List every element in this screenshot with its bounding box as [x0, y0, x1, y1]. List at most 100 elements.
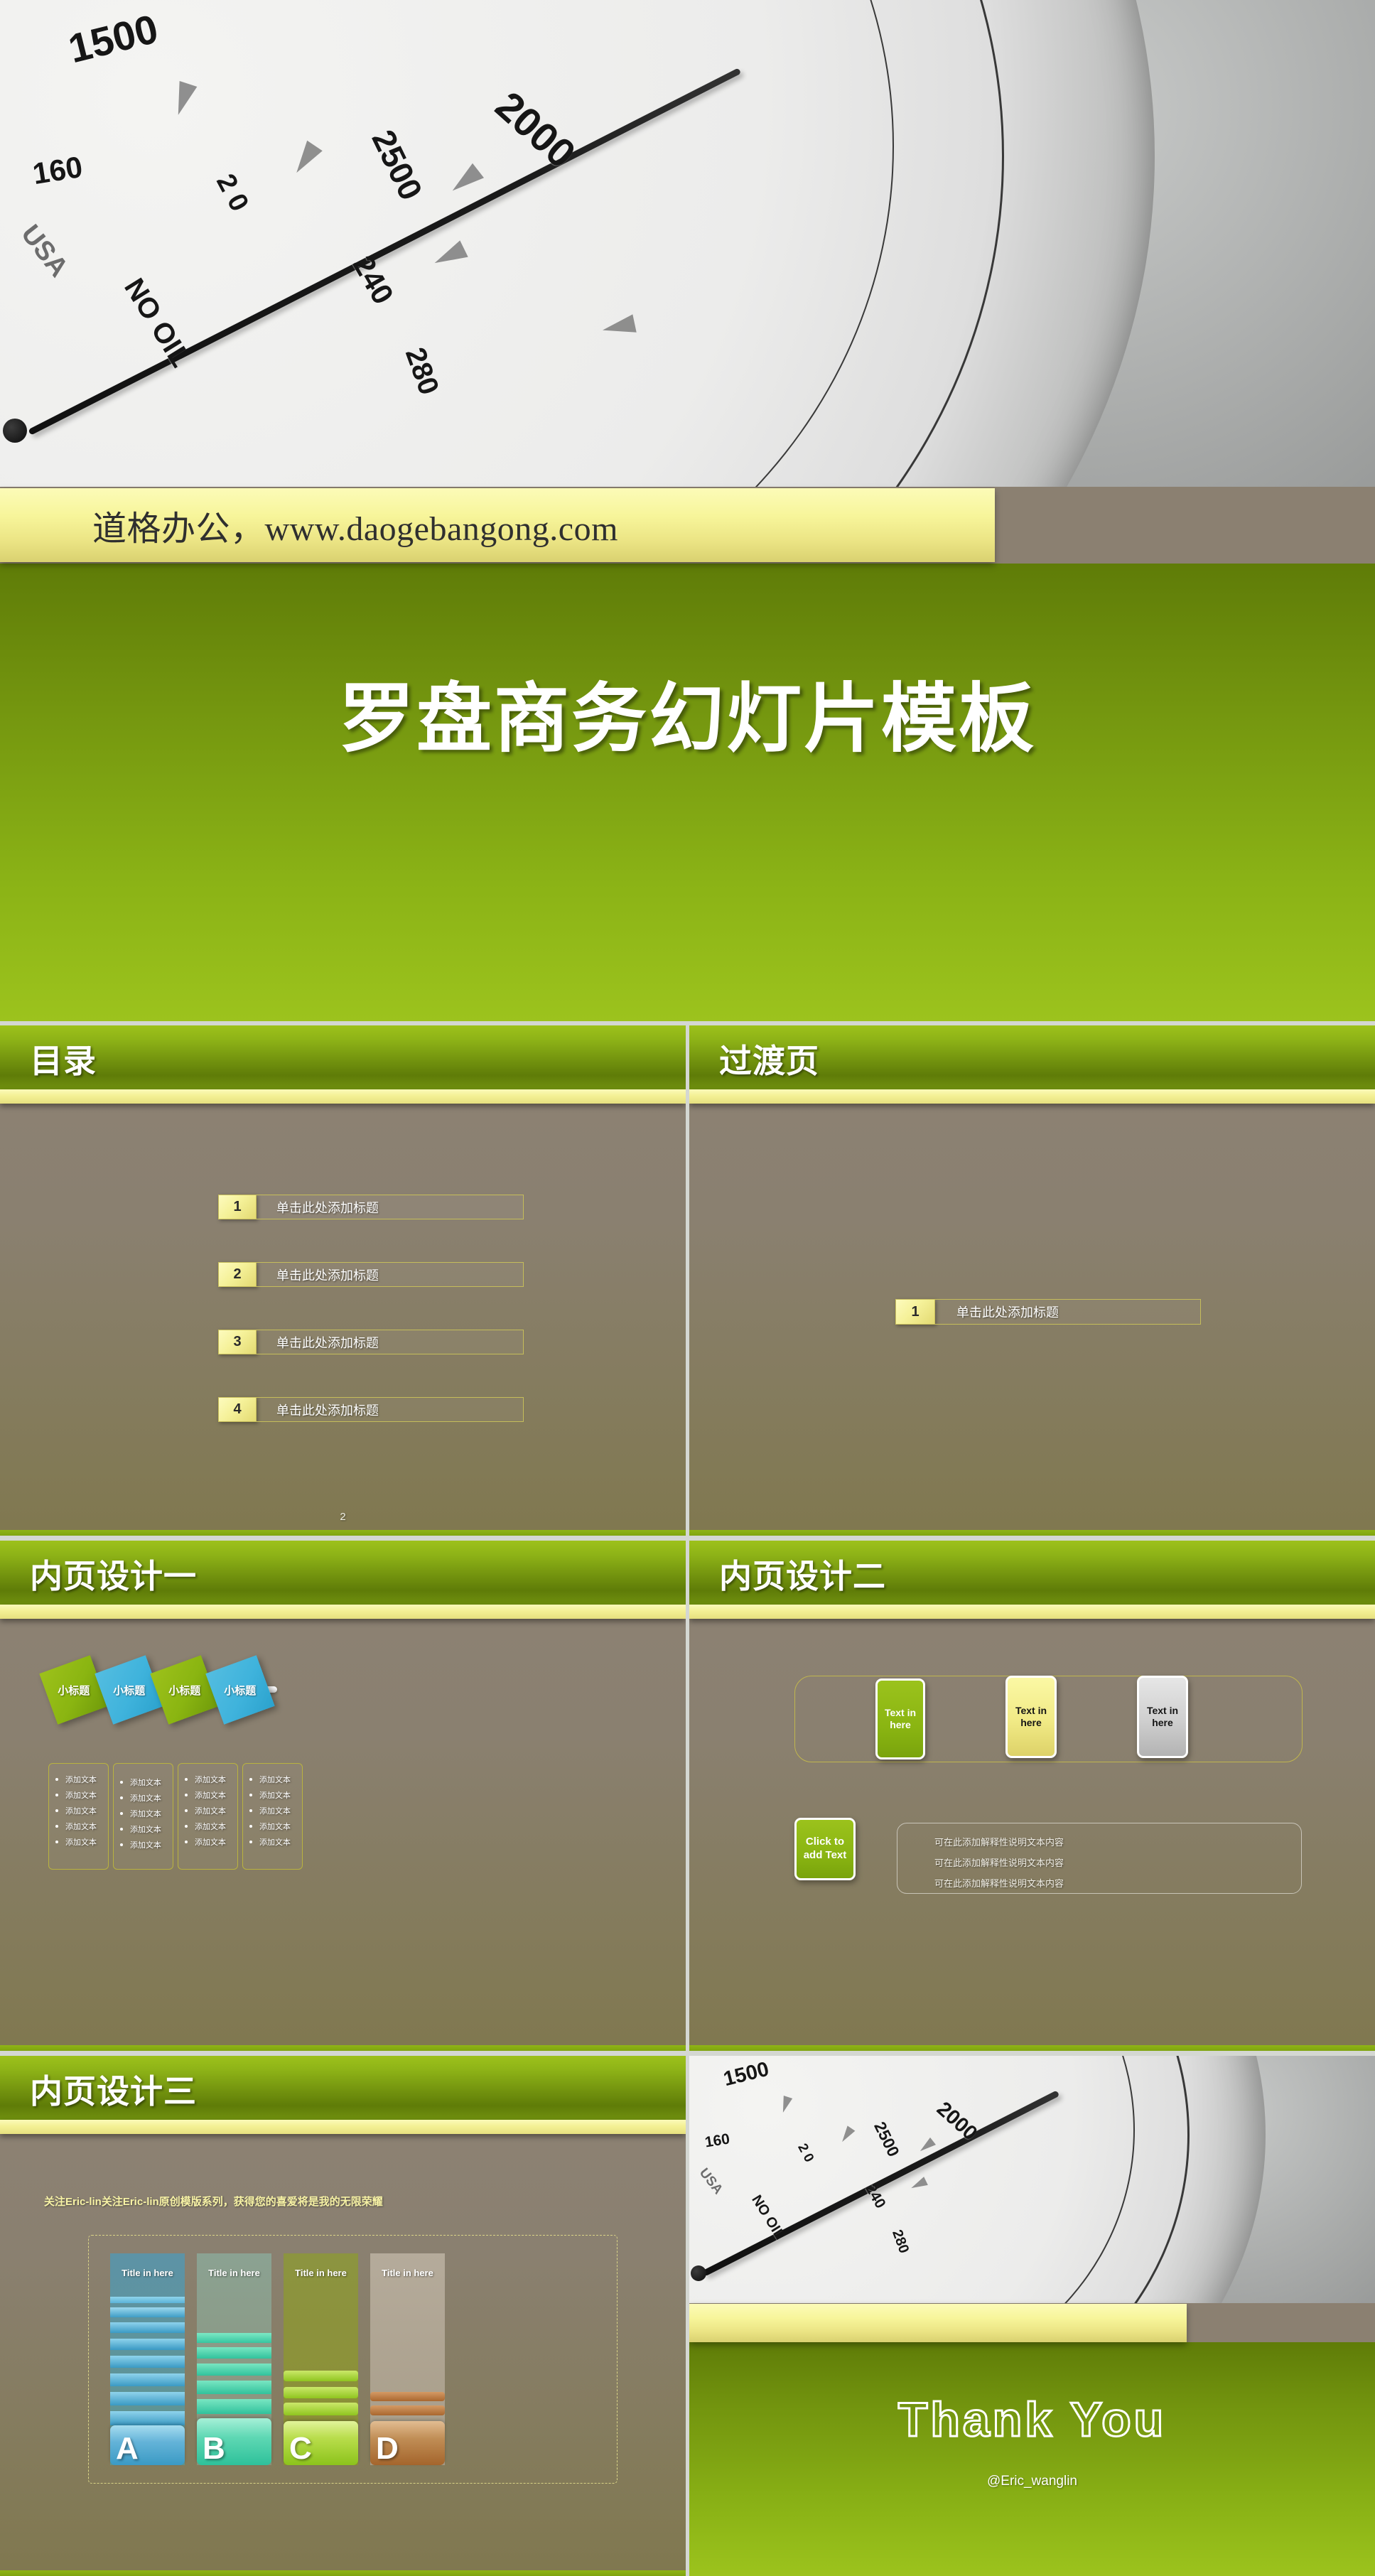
inner-three-header-underbar [0, 2120, 686, 2134]
list-item: 添加文本 [185, 1774, 237, 1785]
chart-category-letter: C [289, 2431, 312, 2467]
list-item: 添加文本 [249, 1805, 302, 1816]
list-item: 添加文本 [185, 1789, 237, 1801]
toc-row[interactable]: 2 单击此处添加标题 [218, 1262, 524, 1287]
diamond-label: 小标题 [113, 1684, 146, 1697]
text-column[interactable]: 添加文本 添加文本 添加文本 添加文本 添加文本 [113, 1763, 173, 1870]
bullet-icon [55, 1794, 58, 1796]
chart-subtitle: 关注Eric-lin关注Eric-lin原创模版系列，获得您的喜爱将是我的无限荣… [44, 2196, 383, 2208]
bullet-icon [120, 1796, 123, 1799]
pressure-gauge-photo: 1500 2000 2500 160 2 0 240 280 USA NO OI… [689, 2056, 1375, 2303]
list-item: 添加文本 [120, 1777, 173, 1788]
thank-you-text: Thank You [897, 2392, 1167, 2448]
text-column[interactable]: 添加文本 添加文本 添加文本 添加文本 添加文本 [242, 1763, 303, 1870]
gauge-hub [2, 419, 27, 443]
chart-segment [284, 2387, 358, 2398]
chart-segment [197, 2333, 271, 2343]
chart-base-cap: B [197, 2418, 271, 2465]
chart-frame: Title in here A Title in here B Title in… [88, 2235, 618, 2484]
text-column[interactable]: 添加文本 添加文本 添加文本 添加文本 添加文本 [178, 1763, 238, 1870]
toc-number: 1 [218, 1195, 257, 1219]
chart-segment [197, 2381, 271, 2394]
bullet-icon [55, 1778, 58, 1781]
transition-header-underbar [689, 1089, 1375, 1104]
list-item: 添加文本 [120, 1823, 173, 1835]
transition-row[interactable]: 1 单击此处添加标题 [895, 1299, 1201, 1325]
slide-transition[interactable]: 过渡页 1 单击此处添加标题 [689, 1025, 1375, 1536]
inner-one-footer-strip [0, 2045, 686, 2051]
toc-label: 单击此处添加标题 [257, 1330, 524, 1354]
toc-row[interactable]: 1 单击此处添加标题 [218, 1195, 524, 1219]
bullet-icon [249, 1778, 252, 1781]
chart-bar-d: Title in here D [370, 2253, 445, 2465]
toc-page-number: 2 [340, 1511, 346, 1523]
toc-row[interactable]: 3 单击此处添加标题 [218, 1330, 524, 1354]
gauge-inner-arc [689, 2056, 1136, 2303]
slide-closing[interactable]: 1500 2000 2500 160 2 0 240 280 USA NO OI… [689, 2056, 1375, 2576]
toc-number: 4 [218, 1397, 257, 1422]
chart-bar-title: Title in here [122, 2268, 173, 2278]
explanation-line: 可在此添加解释性说明文本内容 [934, 1837, 1064, 1848]
text-column[interactable]: 添加文本 添加文本 添加文本 添加文本 添加文本 [48, 1763, 109, 1870]
chart-category-letter: A [116, 2431, 139, 2467]
list-item: 添加文本 [185, 1836, 237, 1848]
transition-header: 过渡页 [689, 1025, 1375, 1104]
chart-base-cap: C [284, 2421, 358, 2465]
chart-base-cap: A [110, 2425, 185, 2465]
toc-label: 单击此处添加标题 [257, 1397, 524, 1422]
text-card[interactable]: Text in here [1005, 1676, 1057, 1758]
bullet-icon [185, 1794, 188, 1796]
inner-two-header: 内页设计二 [689, 1541, 1375, 1619]
toc-row[interactable]: 4 单击此处添加标题 [218, 1397, 524, 1422]
text-card[interactable]: Text in here [875, 1678, 925, 1759]
list-item: 添加文本 [55, 1805, 108, 1816]
chart-segment [284, 2371, 358, 2381]
bullet-icon [120, 1781, 123, 1784]
list-item: 添加文本 [120, 1808, 173, 1819]
inner-one-title: 内页设计一 [30, 1558, 197, 1595]
transition-label: 单击此处添加标题 [935, 1299, 1201, 1325]
inner-three-footer-strip [0, 2570, 686, 2576]
chart-segment [110, 2339, 185, 2350]
chart-segment [284, 2403, 358, 2415]
list-item: 添加文本 [55, 1836, 108, 1848]
transition-number: 1 [895, 1299, 935, 1325]
chart-segment [197, 2399, 271, 2414]
text-card[interactable]: Text in here [1137, 1676, 1188, 1758]
diamond-label: 小标题 [224, 1684, 257, 1697]
chart-segment [110, 2392, 185, 2405]
explanation-line: 可在此添加解释性说明文本内容 [934, 1878, 1064, 1889]
bullet-icon [55, 1841, 58, 1843]
slide-inner-one[interactable]: 内页设计一 小标题 小标题 小标题 小标题 添加文本 添加文本 添加文本 添加文… [0, 1541, 686, 2051]
bullet-icon [249, 1825, 252, 1828]
slide-cover[interactable]: 1500 2000 2500 160 2 0 240 280 USA NO OI… [0, 0, 1375, 1021]
presentation-thumbnail-sheet: 1500 2000 2500 160 2 0 240 280 USA NO OI… [0, 0, 1375, 2576]
explanation-line: 可在此添加解释性说明文本内容 [934, 1858, 1064, 1868]
slide-toc[interactable]: 目录 1 单击此处添加标题 2 单击此处添加标题 3 单击此处添加标题 4 单击… [0, 1025, 686, 1536]
toc-footer-strip [0, 1530, 686, 1536]
chart-segment [110, 2356, 185, 2368]
toc-label: 单击此处添加标题 [257, 1195, 524, 1219]
click-to-add-text-label: Click to add Text [803, 1836, 847, 1861]
slide-inner-two[interactable]: 内页设计二 Text in here Text in here Text in … [689, 1541, 1375, 2051]
chart-segment [110, 2297, 185, 2303]
cover-green-body [0, 564, 1375, 1021]
bullet-icon [120, 1812, 123, 1815]
inner-three-header: 内页设计三 [0, 2056, 686, 2134]
chart-segment [110, 2373, 185, 2386]
bullet-icon [120, 1828, 123, 1831]
chart-segment [110, 2322, 185, 2333]
chart-category-letter: D [376, 2431, 399, 2467]
slide-inner-three[interactable]: 内页设计三 关注Eric-lin关注Eric-lin原创模版系列，获得您的喜爱将… [0, 2056, 686, 2576]
list-item: 添加文本 [55, 1789, 108, 1801]
chart-bar-a: Title in here A [110, 2253, 185, 2465]
bullet-icon [185, 1778, 188, 1781]
chart-base-cap: D [370, 2421, 445, 2465]
click-to-add-text-button[interactable]: Click to add Text [794, 1818, 856, 1880]
closing-green-body [689, 2342, 1375, 2576]
cover-title: 罗盘商务幻灯片模板 [339, 677, 1036, 761]
gauge-hub [690, 2265, 706, 2281]
text-card-label: Text in here [1146, 1704, 1179, 1729]
list-item: 添加文本 [55, 1821, 108, 1832]
list-item: 添加文本 [120, 1839, 173, 1850]
